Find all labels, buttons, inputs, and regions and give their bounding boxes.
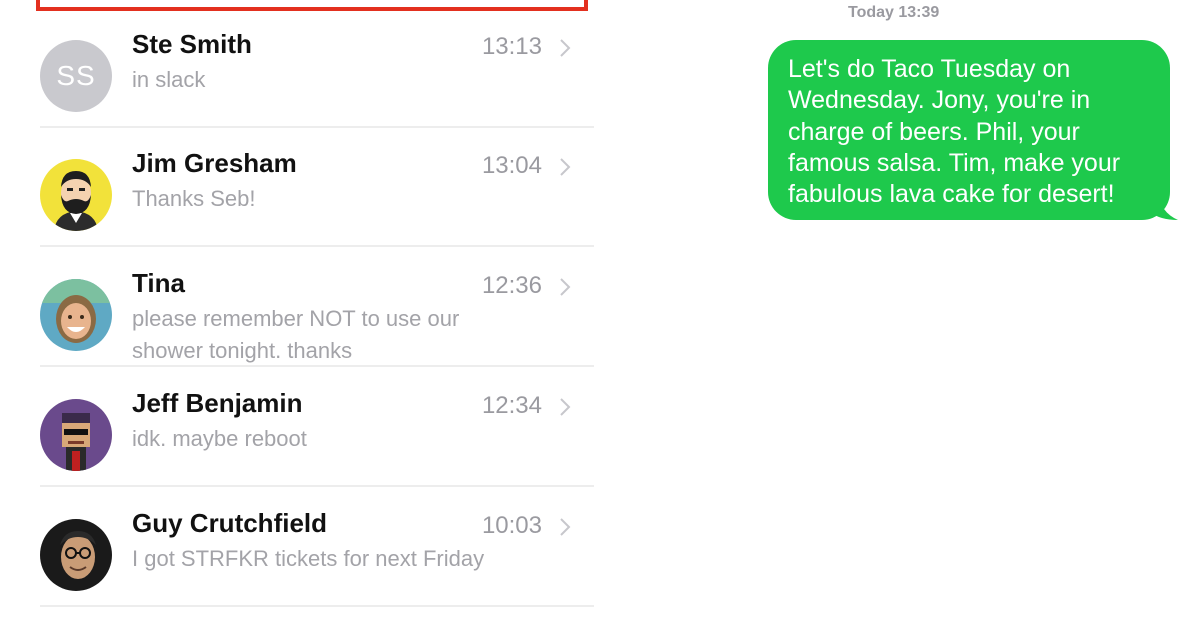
sent-message-bubble[interactable]: Let's do Taco Tuesday on Wednesday. Jony… [768,40,1170,220]
message-preview: please remember NOT to use our shower to… [132,306,460,363]
conversation-row[interactable]: Jeff Benjamin 12:34 idk. maybe reboot [40,367,594,487]
message-text: Let's do Taco Tuesday on Wednesday. Jony… [788,55,1121,209]
pixel-art-character-icon [40,399,112,471]
conversation-row[interactable]: Jim Gresham 13:04 Thanks Seb! [40,127,594,247]
man-glasses-photo-icon [40,519,112,591]
contact-name: Jeff Benjamin [132,388,303,418]
message-time: 12:34 [481,392,542,419]
chevron-right-icon [560,39,571,57]
message-time: 12:36 [481,272,542,299]
chevron-right-icon [560,158,571,176]
conversation-list: SS Ste Smith 13:13 in slack Jim Gresham … [0,0,600,628]
contact-name: Guy Crutchfield [132,508,328,538]
message-time: 10:03 [481,512,542,539]
message-time: 13:13 [481,33,542,60]
avatar [40,279,112,351]
chevron-right-icon [560,278,571,296]
conversation-row[interactable]: Guy Crutchfield 10:03 I got STRFKR ticke… [40,487,594,607]
smiling-woman-photo-icon [40,279,112,351]
chevron-right-icon [560,398,571,416]
bearded-man-cartoon-icon [40,159,112,231]
chevron-right-icon [560,518,571,536]
contact-name: Tina [132,268,185,298]
message-preview: I got STRFKR tickets for next Friday [132,546,485,571]
avatar [40,519,112,591]
message-preview: Thanks Seb! [132,186,256,211]
row-divider [40,605,594,607]
contact-name: Ste Smith [132,29,252,59]
avatar [40,399,112,471]
contact-name: Jim Gresham [132,148,297,178]
message-preview: in slack [132,67,206,92]
thread-timestamp: Today 13:39 [848,4,940,21]
bubble-tail-icon [1150,192,1178,220]
conversation-row[interactable]: Tina 12:36 please remember NOT to use ou… [40,247,594,367]
avatar: SS [40,40,112,112]
conversation-row[interactable]: SS Ste Smith 13:13 in slack [40,8,594,128]
avatar [40,159,112,231]
avatar-initials: SS [56,60,96,91]
message-preview: idk. maybe reboot [132,426,307,451]
message-time: 13:04 [481,152,542,179]
